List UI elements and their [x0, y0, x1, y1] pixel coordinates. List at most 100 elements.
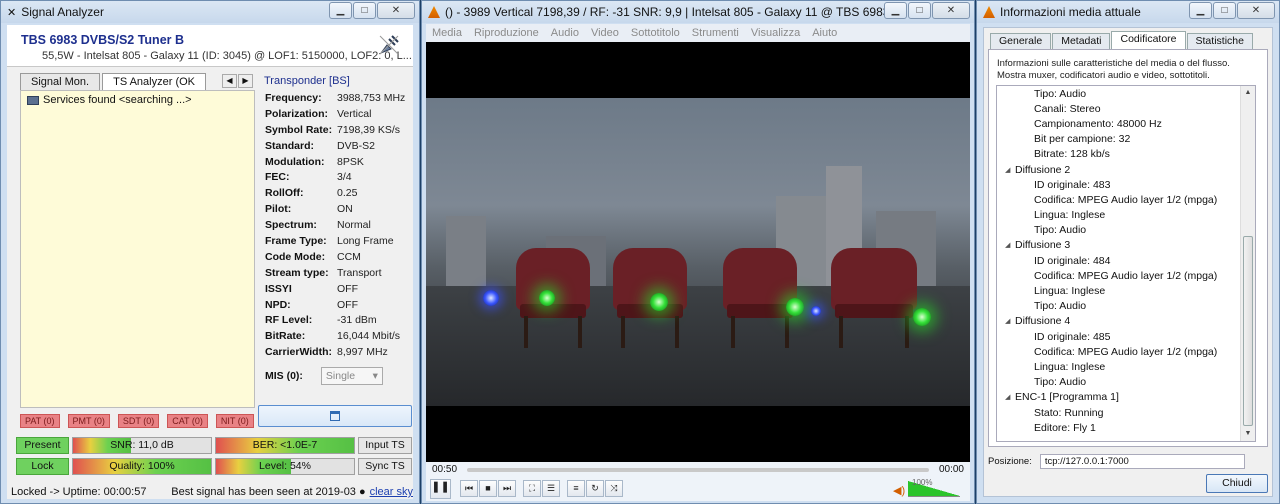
tree-item[interactable]: ID originale: 483: [997, 177, 1255, 192]
tree-group[interactable]: ◢ Diffusione 2: [997, 162, 1255, 177]
maximize-button[interactable]: □: [1213, 2, 1236, 19]
loop-button[interactable]: ↻: [586, 480, 604, 497]
tree-item-label: Diffusione 4: [1015, 315, 1071, 328]
close-button[interactable]: ✕: [1237, 2, 1275, 19]
input-ts-button[interactable]: Input TS: [358, 437, 412, 454]
tree-item[interactable]: Tipo: Audio: [997, 223, 1255, 238]
seek-bar[interactable]: [467, 467, 929, 472]
tree-item[interactable]: Editore: Fly 1: [997, 420, 1255, 435]
services-tree[interactable]: Services found <searching ...>: [20, 90, 255, 408]
tree-item[interactable]: Tipo: Audio: [997, 299, 1255, 314]
toggle-panel-button[interactable]: [258, 405, 412, 427]
tab-scroll-right-icon[interactable]: ▶: [238, 74, 253, 88]
vlc-titlebar[interactable]: () - 3989 Vertical 7198,39 / RF: -31 SNR…: [422, 1, 974, 23]
tree-item[interactable]: Tipo: Audio: [997, 375, 1255, 390]
menu-item[interactable]: Aiuto: [812, 27, 837, 39]
param-label: Spectrum:: [265, 219, 317, 232]
tree-item[interactable]: Canali: Stereo: [997, 101, 1255, 116]
tree-item[interactable]: Lingua: Inglese: [997, 283, 1255, 298]
tab-generale[interactable]: Generale: [990, 33, 1052, 49]
tree-item[interactable]: Stato: Running: [997, 405, 1255, 420]
mis-select[interactable]: Single: [320, 367, 383, 385]
expand-arrow-icon[interactable]: ◢: [1005, 317, 1015, 325]
tree-item[interactable]: Codifica: MPEG Audio layer 1/2 (mpga): [997, 268, 1255, 283]
signal-analyzer-titlebar[interactable]: ✕ Signal Analyzer ▁ □ ✕: [1, 1, 419, 23]
satellite-dish-icon: [379, 35, 399, 55]
stop-button[interactable]: ■: [479, 480, 497, 497]
position-field[interactable]: tcp://127.0.0.1:7000: [1039, 454, 1245, 469]
volume-icon[interactable]: ◀): [893, 484, 905, 497]
tree-item[interactable]: ID originale: 484: [997, 253, 1255, 268]
video-area[interactable]: [426, 42, 970, 462]
menu-item[interactable]: Strumenti: [692, 27, 739, 39]
param-row: Stream type: Transport: [265, 267, 415, 283]
playlist-button[interactable]: ≡: [567, 480, 585, 497]
tab-signal-mon[interactable]: Signal Mon.: [20, 73, 101, 90]
expand-arrow-icon[interactable]: ◢: [1005, 241, 1015, 249]
tab-statistiche[interactable]: Statistiche: [1186, 33, 1253, 49]
sync-ts-button[interactable]: Sync TS: [358, 458, 412, 475]
param-row: FEC: 3/4: [265, 171, 415, 187]
tree-item[interactable]: Codifica: MPEG Audio layer 1/2 (mpga): [997, 344, 1255, 359]
tree-item[interactable]: Lingua: Inglese: [997, 208, 1255, 223]
menu-item[interactable]: Video: [591, 27, 619, 39]
param-label: CarrierWidth:: [265, 346, 332, 359]
chiudi-button[interactable]: Chiudi: [1206, 474, 1268, 493]
expand-arrow-icon[interactable]: ◢: [1005, 166, 1015, 174]
stage-light: [913, 308, 931, 326]
pause-button[interactable]: ❚❚: [430, 479, 451, 499]
tree-item[interactable]: Bitrate: 128 kb/s: [997, 147, 1255, 162]
tree-group[interactable]: ◢ ENC-1 [Programma 1]: [997, 390, 1255, 405]
satellite-icon: ✕: [7, 6, 17, 19]
tree-item[interactable]: Lingua: Inglese: [997, 359, 1255, 374]
expand-arrow-icon[interactable]: ◢: [1005, 393, 1015, 401]
previous-button[interactable]: ⏮: [460, 480, 478, 497]
menu-item[interactable]: Visualizza: [751, 27, 800, 39]
tab-scroll-left-icon[interactable]: ◀: [222, 74, 237, 88]
vlc-menubar: Media Riproduzione Audio Video Sottotitolo St…: [426, 24, 970, 42]
param-value: Transport: [337, 266, 382, 279]
tree-item[interactable]: Tipo: Audio: [997, 86, 1255, 101]
tree-item[interactable]: ID originale: 485: [997, 329, 1255, 344]
tree-item[interactable]: Bit per campione: 32: [997, 132, 1255, 147]
scroll-down-icon[interactable]: ▼: [1241, 427, 1255, 441]
shuffle-button[interactable]: ⤨: [605, 480, 623, 497]
tree-group[interactable]: ◢ Diffusione 4: [997, 314, 1255, 329]
close-button[interactable]: ✕: [377, 2, 415, 19]
maximize-button[interactable]: □: [908, 2, 931, 19]
param-row: Standard: DVB-S2: [265, 140, 415, 156]
menu-item[interactable]: Riproduzione: [474, 27, 539, 39]
menu-item[interactable]: Media: [432, 27, 462, 39]
vlc-cone-icon: [983, 6, 995, 18]
menu-item[interactable]: Sottotitolo: [631, 27, 680, 39]
param-row: Symbol Rate: 7198,39 KS/s: [265, 124, 415, 140]
param-label: Standard:: [265, 139, 315, 152]
minimize-button[interactable]: ▁: [1189, 2, 1212, 19]
clear-sky-link[interactable]: clear sky: [370, 486, 413, 498]
tree-item[interactable]: Campionamento: 48000 Hz: [997, 116, 1255, 131]
minimize-button[interactable]: ▁: [884, 2, 907, 19]
tab-metadati[interactable]: Metadati: [1052, 33, 1111, 49]
table-flag: SDT (0): [117, 414, 160, 428]
param-value: ON: [337, 203, 353, 216]
next-button[interactable]: ⏭: [498, 480, 516, 497]
close-button[interactable]: ✕: [932, 2, 970, 19]
codec-panel: Informazioni sulle caratteristiche del m…: [988, 49, 1268, 447]
extended-settings-button[interactable]: ☰: [542, 480, 560, 497]
codec-tree[interactable]: Tipo: Audio Canali: Stereo Campionamento: …: [996, 85, 1256, 442]
tree-scrollbar[interactable]: ▲ ▼: [1240, 86, 1255, 441]
tree-item[interactable]: Codifica: MPEG Audio layer 1/2 (mpga): [997, 192, 1255, 207]
tree-group[interactable]: ◢ Diffusione 3: [997, 238, 1255, 253]
stage-light: [539, 290, 555, 306]
param-row: Spectrum: Normal: [265, 219, 415, 235]
menu-item[interactable]: Audio: [551, 27, 579, 39]
scroll-up-icon[interactable]: ▲: [1241, 86, 1255, 100]
media-info-titlebar[interactable]: Informazioni media attuale ▁ □ ✕: [977, 1, 1279, 23]
maximize-button[interactable]: □: [353, 2, 376, 19]
tab-codificatore[interactable]: Codificatore: [1111, 31, 1186, 49]
tab-ts-analyzer[interactable]: TS Analyzer (OK: [102, 73, 207, 90]
tree-item-services[interactable]: Services found <searching ...>: [27, 94, 192, 106]
fullscreen-button[interactable]: ⛶: [523, 480, 541, 497]
minimize-button[interactable]: ▁: [329, 2, 352, 19]
scrollbar-thumb[interactable]: [1243, 236, 1253, 426]
